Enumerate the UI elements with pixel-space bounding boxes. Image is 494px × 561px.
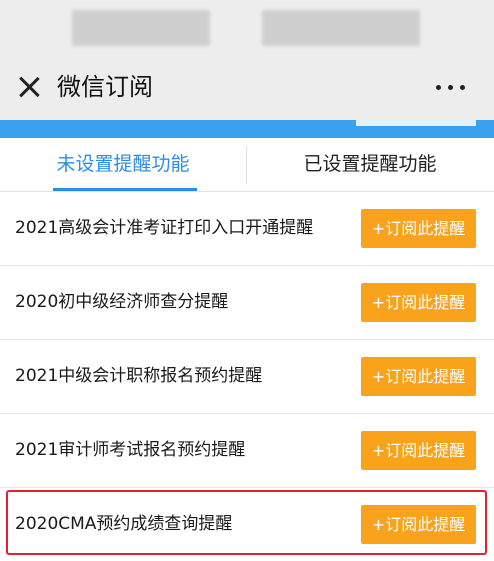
close-icon[interactable] <box>16 74 42 100</box>
tab-bar: 未设置提醒功能 已设置提醒功能 <box>0 138 494 192</box>
page-title: 微信订阅 <box>57 73 153 101</box>
list-item: 2021高级会计准考证打印入口开通提醒 +订阅此提醒 <box>0 192 494 266</box>
content-area: 未设置提醒功能 已设置提醒功能 2021高级会计准考证打印入口开通提醒 +订阅此… <box>0 138 494 561</box>
subscribe-button[interactable]: +订阅此提醒 <box>361 283 476 322</box>
reminder-title: 2021审计师考试报名预约提醒 <box>15 440 246 460</box>
subscribe-button[interactable]: +订阅此提醒 <box>361 209 476 248</box>
reminder-title: 2021高级会计准考证打印入口开通提醒 <box>15 218 314 238</box>
more-icon[interactable] <box>436 85 466 91</box>
list-item: 2020初中级经济师查分提醒 +订阅此提醒 <box>0 266 494 340</box>
banner-strip <box>0 120 494 138</box>
blurred-status-content <box>72 10 210 46</box>
subscribe-button[interactable]: +订阅此提醒 <box>361 357 476 396</box>
tab-set-reminders[interactable]: 已设置提醒功能 <box>246 138 494 191</box>
list-item: 2020CMA预约成绩查询提醒 +订阅此提醒 <box>0 488 494 561</box>
subscribe-button[interactable]: +订阅此提醒 <box>361 505 476 544</box>
status-bar <box>0 0 494 55</box>
list-item: 2021审计师考试报名预约提醒 +订阅此提醒 <box>0 414 494 488</box>
reminder-title: 2020初中级经济师查分提醒 <box>15 292 229 312</box>
tab-unset-reminders[interactable]: 未设置提醒功能 <box>0 138 246 191</box>
list-item: 2021中级会计职称报名预约提醒 +订阅此提醒 <box>0 340 494 414</box>
active-tab-indicator <box>53 188 197 191</box>
reminder-title: 2020CMA预约成绩查询提醒 <box>15 514 233 534</box>
subscribe-button[interactable]: +订阅此提醒 <box>361 431 476 470</box>
nav-bar: 微信订阅 <box>0 55 494 120</box>
reminder-title: 2021中级会计职称报名预约提醒 <box>15 366 263 386</box>
banner-button-edge <box>356 120 476 126</box>
blurred-status-content <box>262 10 420 46</box>
